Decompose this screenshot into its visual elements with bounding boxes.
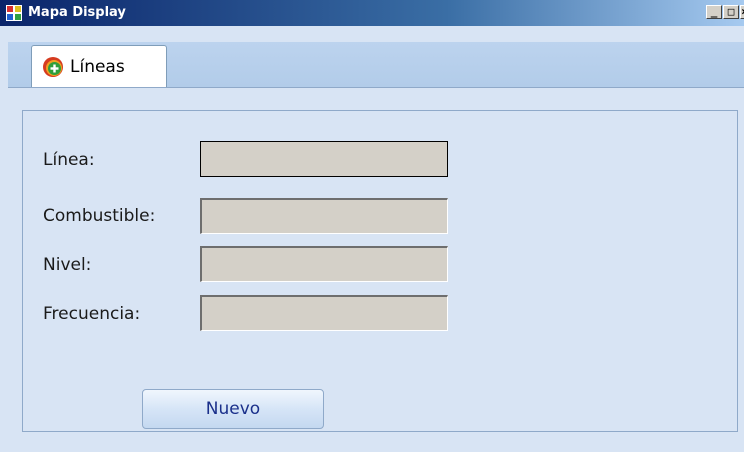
minimize-button[interactable]: _ (706, 5, 722, 19)
nivel-label: Nivel: (43, 255, 92, 275)
nuevo-button[interactable]: Nuevo (142, 389, 324, 429)
tab-lineas[interactable]: Líneas (31, 45, 167, 87)
tab-label: Líneas (70, 57, 125, 77)
frecuencia-label: Frecuencia: (43, 304, 141, 324)
combustible-label: Combustible: (43, 206, 156, 226)
title-bar[interactable]: Mapa Display _ □ × (0, 0, 744, 26)
app-window-icon (6, 5, 22, 21)
linea-input[interactable] (200, 141, 448, 177)
nivel-input[interactable] (200, 246, 448, 282)
linea-label: Línea: (43, 150, 95, 170)
close-button[interactable]: × (740, 5, 744, 19)
maximize-button[interactable]: □ (723, 5, 739, 19)
frecuencia-input[interactable] (200, 295, 448, 331)
tab-strip: Líneas (8, 42, 744, 88)
app-window: Mapa Display _ □ × Líneas Línea: Combust… (0, 0, 744, 452)
combustible-input[interactable] (200, 198, 448, 234)
green-plus-icon (43, 57, 63, 77)
window-title: Mapa Display (28, 5, 126, 20)
